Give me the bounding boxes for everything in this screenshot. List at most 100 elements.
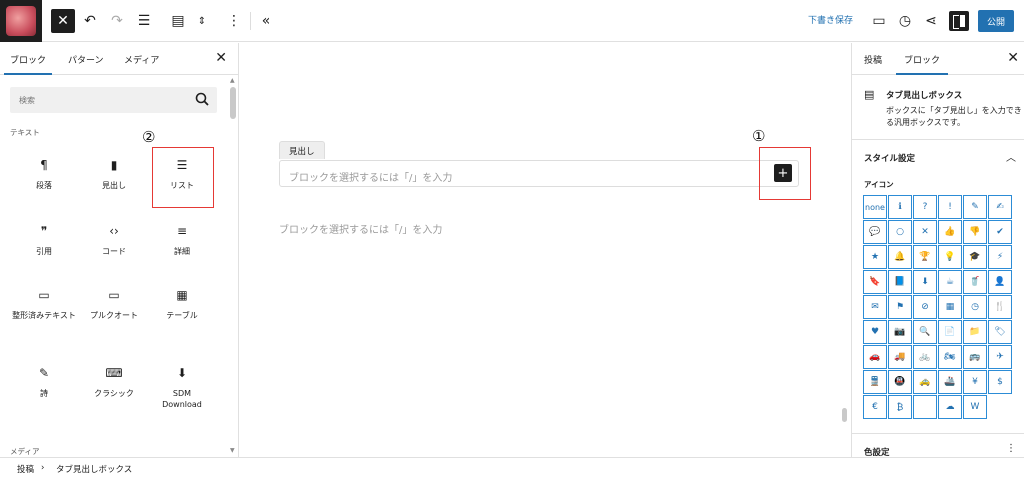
icon-option[interactable]: 📘 — [888, 270, 912, 294]
preview-icon[interactable]: ▭ — [867, 9, 891, 33]
close-inserter-button[interactable]: ✕ — [51, 9, 75, 33]
icon-option[interactable]: ⚑ — [888, 295, 912, 319]
icon-option[interactable]: ! — [938, 195, 962, 219]
icon-option[interactable]: ✈ — [988, 345, 1012, 369]
icon-option[interactable]: 🍴 — [988, 295, 1012, 319]
save-draft-button[interactable]: 下書き保存 — [808, 13, 853, 26]
icon-option[interactable]: ▦ — [938, 295, 962, 319]
icon-option[interactable]: 🚇 — [888, 370, 912, 394]
icon-option[interactable]: 🔍 — [913, 320, 937, 344]
redo-icon[interactable]: ↷ — [105, 9, 129, 33]
icon-option[interactable]: ✕ — [913, 220, 937, 244]
chevron-up-icon[interactable]: ︿ — [1006, 149, 1016, 164]
icon-option[interactable]: 🚌 — [963, 345, 987, 369]
scroll-down-icon[interactable]: ▼ — [230, 447, 235, 454]
icon-option[interactable] — [913, 395, 937, 419]
icon-option[interactable]: ? — [913, 195, 937, 219]
icon-option[interactable]: 💡 — [938, 245, 962, 269]
icon-option[interactable]: € — [863, 395, 887, 419]
icon-option[interactable]: ⊘ — [913, 295, 937, 319]
icon-option[interactable]: 🏍 — [938, 345, 962, 369]
breadcrumb-item-block[interactable]: タブ見出しボックス — [56, 463, 132, 475]
tab-block[interactable]: ブロック — [895, 53, 949, 75]
block-verse[interactable]: ✎ 詩 — [9, 355, 79, 413]
more-options-icon[interactable]: ⋮ — [1006, 443, 1016, 454]
close-icon[interactable]: ✕ — [1007, 50, 1019, 66]
icon-option[interactable]: ✔ — [988, 220, 1012, 244]
icon-option[interactable]: ✎ — [963, 195, 987, 219]
icon-option[interactable]: 👤 — [988, 270, 1012, 294]
close-icon[interactable]: ✕ — [215, 50, 227, 66]
document-overview-icon[interactable]: ▤ — [166, 9, 190, 33]
icon-option[interactable]: none — [863, 195, 887, 219]
collapse-icon[interactable]: « — [254, 9, 278, 33]
block-search-input[interactable]: 検索 — [10, 87, 217, 113]
canvas-scrollbar[interactable] — [842, 408, 847, 422]
icon-option[interactable]: 🚗 — [863, 345, 887, 369]
icon-option[interactable]: ⬇ — [913, 270, 937, 294]
icon-option[interactable]: 🏷 — [988, 320, 1012, 344]
icon-option[interactable]: 👍 — [938, 220, 962, 244]
tab-media[interactable]: メディア — [124, 53, 159, 66]
icon-option[interactable]: ○ — [888, 220, 912, 244]
inserter-scrollbar[interactable] — [230, 87, 236, 119]
icon-option[interactable]: ₿ — [888, 395, 912, 419]
block-preformatted[interactable]: ▭ 整形済みテキスト — [9, 277, 79, 335]
list-view-icon[interactable]: ☰ — [132, 9, 156, 33]
icon-option[interactable]: ¥ — [963, 370, 987, 394]
icon-option[interactable]: ℹ — [888, 195, 912, 219]
block-paragraph[interactable]: ¶ 段落 — [9, 147, 79, 205]
icon-option[interactable]: 🔖 — [863, 270, 887, 294]
icon-option[interactable]: 🥤 — [963, 270, 987, 294]
breadcrumb-item-post[interactable]: 投稿 — [17, 463, 34, 475]
scroll-up-icon[interactable]: ▲ — [230, 77, 235, 84]
icon-option[interactable]: 👎 — [963, 220, 987, 244]
block-pullquote[interactable]: ▭ プルクオート — [79, 277, 149, 335]
tab-post[interactable]: 投稿 — [864, 53, 882, 66]
icon-option[interactable]: 🔔 — [888, 245, 912, 269]
icon-option[interactable]: ♥ — [863, 320, 887, 344]
performance-icon[interactable]: ◷ — [893, 9, 917, 33]
icon-option[interactable]: 🚲 — [913, 345, 937, 369]
icon-option[interactable]: ★ — [863, 245, 887, 269]
block-classic[interactable]: ⌨ クラシック — [79, 355, 149, 413]
icon-option[interactable]: 🎓 — [963, 245, 987, 269]
icon-option[interactable]: ✍ — [988, 195, 1012, 219]
settings-toggle-button[interactable] — [949, 11, 969, 31]
tab-box-content[interactable]: ブロックを選択するには「/」を入力 — [279, 160, 799, 187]
icon-option[interactable]: 🚕 — [913, 370, 937, 394]
icon-option[interactable]: ☁ — [938, 395, 962, 419]
move-up-down-icon[interactable]: ⇕ — [190, 9, 214, 33]
icon-option[interactable]: ⚡ — [988, 245, 1012, 269]
icon-option[interactable]: $ — [988, 370, 1012, 394]
icon-option[interactable]: ✉ — [863, 295, 887, 319]
tab-patterns[interactable]: パターン — [68, 53, 104, 66]
block-code[interactable]: ‹› コード — [79, 213, 149, 271]
icon-option[interactable]: 🚆 — [863, 370, 887, 394]
site-icon-button[interactable] — [0, 0, 42, 42]
undo-icon[interactable]: ↶ — [78, 9, 102, 33]
tab-heading-label[interactable]: 見出し — [279, 141, 325, 159]
more-options-icon[interactable]: ⋮ — [222, 9, 246, 33]
icon-option[interactable]: 📁 — [963, 320, 987, 344]
publish-button[interactable]: 公開 — [978, 10, 1014, 32]
share-icon[interactable]: ⋖ — [919, 9, 943, 33]
block-quote[interactable]: ❞ 引用 — [9, 213, 79, 271]
tab-blocks[interactable]: ブロック — [3, 53, 53, 75]
icon-option[interactable]: ☕ — [938, 270, 962, 294]
icon-option[interactable]: ◷ — [963, 295, 987, 319]
icon-option[interactable]: 🚢 — [938, 370, 962, 394]
style-settings-heading[interactable]: スタイル設定 — [864, 152, 915, 164]
icon-option[interactable]: 📄 — [938, 320, 962, 344]
block-table[interactable]: ▦ テーブル — [147, 277, 217, 335]
icon-option[interactable]: 📷 — [888, 320, 912, 344]
color-settings-heading[interactable]: 色設定 — [864, 446, 890, 457]
icon-option[interactable]: 🏆 — [913, 245, 937, 269]
icon-option[interactable]: 💬 — [863, 220, 887, 244]
icon-option[interactable]: W — [963, 395, 987, 419]
block-sdm-download[interactable]: ⬇ SDM Download — [147, 355, 217, 413]
icon-option[interactable]: 🚚 — [888, 345, 912, 369]
block-details[interactable]: ≡ 詳細 — [147, 213, 217, 271]
paragraph-placeholder[interactable]: ブロックを選択するには「/」を入力 — [279, 221, 442, 236]
block-heading[interactable]: ▮ 見出し — [79, 147, 149, 205]
